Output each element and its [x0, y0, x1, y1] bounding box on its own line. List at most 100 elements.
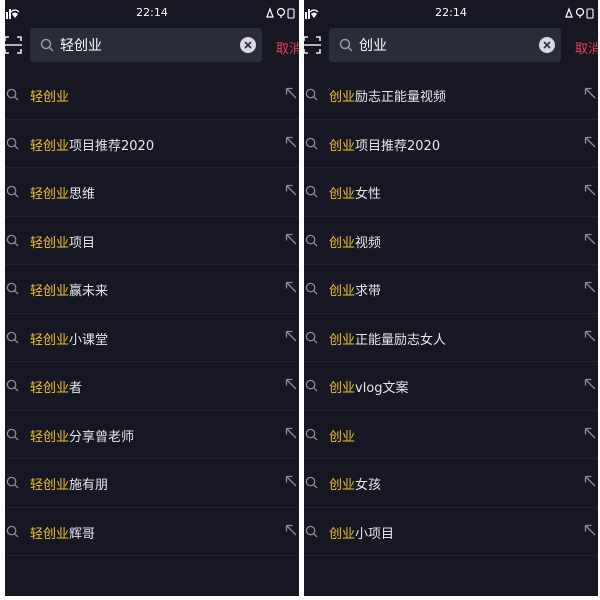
suggestion-item[interactable]: 创业女孩 — [304, 459, 598, 508]
suggestion-item[interactable]: 轻创业者 — [5, 362, 299, 411]
scan-icon[interactable] — [5, 36, 22, 54]
search-box[interactable] — [30, 28, 262, 62]
suggestion-item[interactable]: 创业女性 — [304, 168, 598, 217]
suggestion-text: 轻创业分享曾老师 — [30, 426, 134, 445]
arrow-up-left-icon[interactable] — [285, 281, 297, 293]
suggestion-text: 创业小项目 — [329, 523, 394, 542]
suggestion-rest: 项目 — [69, 235, 96, 251]
suggestion-item[interactable]: 轻创业分享曾老师 — [5, 411, 299, 459]
suggestion-item[interactable]: 创业求带 — [304, 265, 598, 314]
suggestion-item[interactable]: 创业视频 — [304, 217, 598, 265]
suggestion-text: 轻创业 — [30, 86, 69, 105]
search-icon — [305, 379, 318, 392]
suggestion-match: 创业 — [329, 187, 356, 202]
suggestion-item[interactable]: 创业正能量励志女人 — [304, 314, 598, 362]
status-time: 22:14 — [136, 6, 168, 19]
suggestion-match: 创业 — [329, 138, 356, 154]
suggestion-item[interactable]: 创业项目推荐2020 — [304, 120, 598, 168]
suggestion-text: 轻创业辉哥 — [30, 523, 95, 542]
suggestion-item[interactable]: 轻创业施有朋 — [5, 459, 299, 508]
arrow-up-left-icon[interactable] — [584, 524, 596, 536]
search-icon — [6, 428, 19, 441]
status-time: 22:14 — [435, 6, 467, 19]
arrow-up-left-icon[interactable] — [285, 330, 297, 342]
suggestion-text: 创业正能量励志女人 — [329, 329, 446, 348]
suggestion-match: 轻创业 — [30, 235, 70, 251]
suggestion-text: 轻创业项目 — [30, 232, 95, 251]
arrow-up-left-icon[interactable] — [584, 184, 596, 196]
suggestion-match: 轻创业 — [30, 187, 70, 202]
suggestion-item[interactable]: 轻创业思维 — [5, 168, 299, 217]
suggestion-item[interactable]: 创业励志正能量视频 — [304, 71, 598, 120]
search-icon — [6, 137, 19, 150]
suggestion-item[interactable]: 创业vlog文案 — [304, 362, 598, 411]
arrow-up-left-icon[interactable] — [584, 427, 596, 439]
suggestion-rest: 女孩 — [355, 478, 382, 493]
arrow-up-left-icon[interactable] — [285, 378, 297, 390]
suggestion-item[interactable]: 创业 — [304, 411, 598, 459]
suggestion-item[interactable]: 轻创业 — [5, 71, 299, 120]
arrow-up-left-icon[interactable] — [285, 87, 297, 99]
clear-button[interactable] — [240, 37, 256, 53]
search-icon — [305, 331, 318, 344]
suggestion-text: 轻创业思维 — [30, 183, 95, 202]
suggestion-match: 创业 — [329, 478, 356, 493]
search-icon — [6, 331, 19, 344]
suggestion-match: 轻创业 — [30, 138, 70, 154]
search-bar: 取消 — [5, 22, 299, 68]
arrow-up-left-icon[interactable] — [285, 184, 297, 196]
arrow-up-left-icon[interactable] — [285, 136, 297, 148]
cancel-button[interactable]: 取消 — [575, 38, 598, 57]
suggestion-rest: 项目推荐2020 — [69, 138, 155, 154]
arrow-up-left-icon[interactable] — [584, 378, 596, 390]
suggestion-item[interactable]: 轻创业项目 — [5, 217, 299, 265]
search-icon — [305, 282, 318, 295]
suggestion-match: 创业 — [329, 90, 356, 105]
suggestion-match: 创业 — [329, 526, 356, 542]
suggestion-rest: vlog文案 — [355, 381, 409, 396]
arrow-up-left-icon[interactable] — [285, 233, 297, 245]
search-box[interactable] — [329, 28, 561, 62]
suggestion-match: 轻创业 — [30, 429, 70, 445]
suggestion-match: 轻创业 — [30, 526, 70, 542]
suggestion-text: 创业求带 — [329, 280, 381, 299]
suggestion-text: 轻创业项目推荐2020 — [30, 135, 154, 154]
suggestion-rest: 项目推荐2020 — [355, 138, 441, 154]
suggestion-rest: 求带 — [355, 284, 382, 299]
suggestion-rest: 分享曾老师 — [69, 429, 135, 445]
suggestion-text: 创业vlog文案 — [329, 377, 409, 396]
arrow-up-left-icon[interactable] — [285, 427, 297, 439]
status-bar: 22:14 — [5, 0, 299, 22]
suggestion-rest: 施有朋 — [69, 478, 109, 493]
suggestion-item[interactable]: 轻创业小课堂 — [5, 314, 299, 362]
clear-icon — [244, 41, 252, 49]
arrow-up-left-icon[interactable] — [584, 475, 596, 487]
search-input[interactable] — [359, 28, 519, 62]
arrow-up-left-icon[interactable] — [584, 87, 596, 99]
suggestion-rest: 赢未来 — [69, 284, 109, 299]
arrow-up-left-icon[interactable] — [584, 330, 596, 342]
search-icon — [305, 137, 318, 150]
arrow-up-left-icon[interactable] — [584, 281, 596, 293]
arrow-up-left-icon[interactable] — [285, 524, 297, 536]
suggestion-text: 轻创业施有朋 — [30, 474, 108, 493]
scan-icon[interactable] — [304, 36, 321, 54]
search-icon — [339, 38, 353, 52]
cancel-button[interactable]: 取消 — [276, 38, 299, 57]
suggestion-item[interactable]: 轻创业项目推荐2020 — [5, 120, 299, 168]
arrow-up-left-icon[interactable] — [584, 136, 596, 148]
suggestion-text: 轻创业赢未来 — [30, 280, 108, 299]
arrow-up-left-icon[interactable] — [584, 233, 596, 245]
suggestion-rest: 思维 — [69, 187, 96, 202]
search-input[interactable] — [60, 28, 220, 62]
suggestion-item[interactable]: 创业小项目 — [304, 508, 598, 556]
arrow-up-left-icon[interactable] — [285, 475, 297, 487]
clear-button[interactable] — [539, 37, 555, 53]
search-icon — [6, 379, 19, 392]
suggestion-item[interactable]: 轻创业赢未来 — [5, 265, 299, 314]
suggestion-item[interactable]: 轻创业辉哥 — [5, 508, 299, 556]
status-bar: 22:14 — [304, 0, 598, 22]
suggestion-rest: 视频 — [355, 235, 382, 251]
suggestion-text: 创业励志正能量视频 — [329, 86, 446, 105]
search-icon — [6, 185, 19, 198]
